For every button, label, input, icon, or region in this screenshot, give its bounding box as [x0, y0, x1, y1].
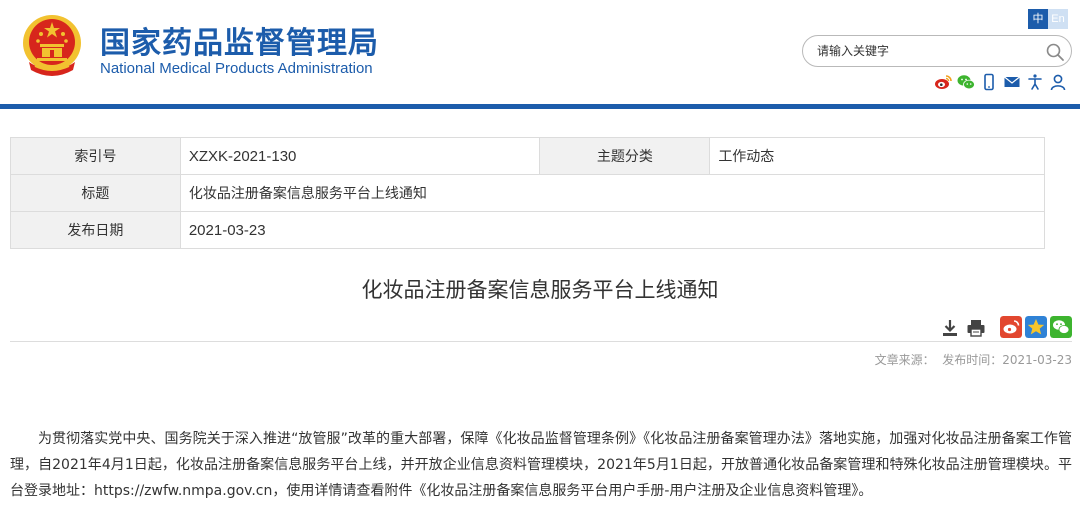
favorite-icon[interactable] [1025, 316, 1047, 338]
article-source: 文章来源： [874, 353, 935, 367]
publish-date-value: 2021-03-23 [179, 211, 1046, 249]
publish-date-label: 发布日期 [10, 211, 181, 249]
search-icon[interactable] [1045, 42, 1065, 62]
index-number-label: 索引号 [10, 137, 181, 175]
weibo-share-icon[interactable] [1000, 316, 1022, 338]
table-row: 索引号 XZXK-2021-130 主题分类 工作动态 [10, 137, 1045, 175]
header-divider [0, 104, 1080, 109]
site-header: 国家药品监督管理局 National Medical Products Admi… [0, 0, 1080, 110]
search-box [802, 35, 1072, 67]
language-switch: 中 En [1028, 9, 1068, 29]
site-title-en[interactable]: National Medical Products Administration [100, 60, 373, 77]
mobile-icon[interactable] [980, 73, 998, 91]
download-icon[interactable] [940, 318, 960, 338]
index-number-value: XZXK-2021-130 [179, 137, 541, 175]
mail-icon[interactable] [1003, 73, 1021, 91]
article-meta: 文章来源： 发布时间：2021-03-23 [875, 351, 1072, 368]
site-title-cn[interactable]: 国家药品监督管理局 [100, 18, 379, 62]
table-row: 标题 化妆品注册备案信息服务平台上线通知 [10, 174, 1046, 212]
article-title: 化妆品注册备案信息服务平台上线通知 [361, 278, 719, 302]
wechat-icon[interactable] [957, 73, 975, 91]
document-info-table: 索引号 XZXK-2021-130 主题分类 工作动态 标题 化妆品注册备案信息… [10, 137, 1046, 249]
title-value: 化妆品注册备案信息服务平台上线通知 [179, 174, 1046, 212]
title-label: 标题 [10, 174, 181, 212]
social-bar [934, 72, 1067, 92]
category-value: 工作动态 [709, 137, 1045, 175]
category-label: 主题分类 [539, 137, 711, 175]
article-tools [940, 318, 986, 338]
print-icon[interactable] [966, 318, 986, 338]
table-row: 发布日期 2021-03-23 [10, 211, 1046, 249]
article-body-paragraph: 为贯彻落实党中央、国务院关于深入推进“放管服”改革的重大部署，保障《化妆品监督管… [10, 431, 1072, 499]
title-divider [10, 341, 1072, 342]
national-emblem-icon [23, 15, 81, 76]
wechat-share-icon[interactable] [1050, 316, 1072, 338]
lang-cn-button[interactable]: 中 [1028, 9, 1048, 29]
search-input[interactable] [817, 41, 1039, 61]
weibo-icon[interactable] [934, 73, 952, 91]
article-publish-time: 发布时间：2021-03-23 [942, 353, 1072, 367]
share-bar [1000, 316, 1072, 338]
user-icon[interactable] [1049, 73, 1067, 91]
lang-en-button[interactable]: En [1048, 9, 1068, 29]
accessibility-icon[interactable] [1026, 73, 1044, 91]
